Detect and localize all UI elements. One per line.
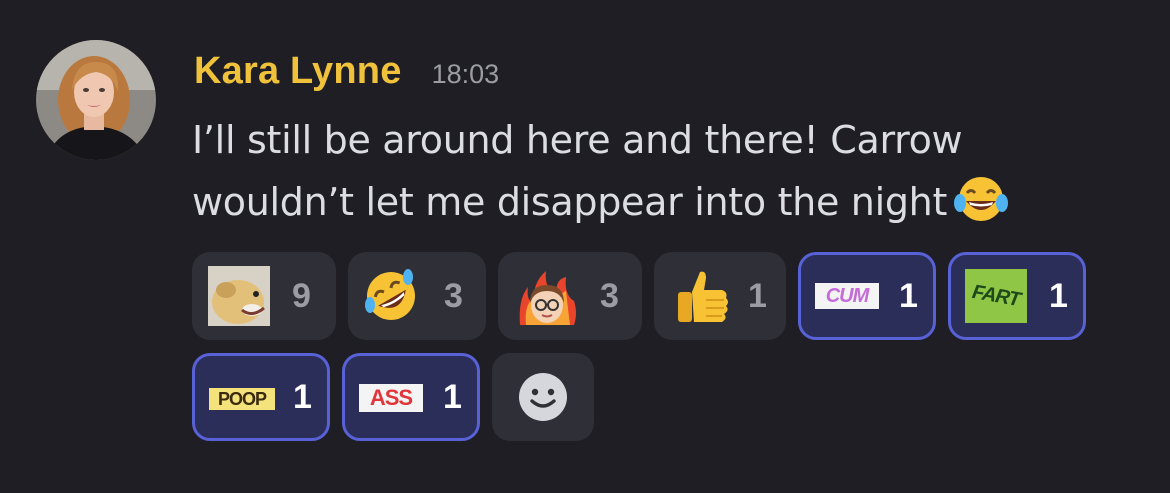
avatar-fire-emoji	[516, 265, 578, 327]
cum-text: CUM	[825, 285, 870, 307]
fart-text: FART	[970, 281, 1022, 311]
reaction-rofl[interactable]: 3	[348, 252, 486, 340]
reaction-count: 9	[292, 277, 311, 315]
avatar[interactable]	[36, 40, 156, 160]
thumbs-up-emoji	[670, 266, 732, 326]
timestamp[interactable]: 18:03	[432, 59, 500, 90]
username[interactable]: Kara Lynne	[194, 50, 402, 93]
cum-text-emoji: CUM	[815, 283, 879, 309]
reaction-count: 1	[1049, 277, 1068, 315]
reaction-count: 1	[899, 277, 918, 315]
reaction-count: 3	[444, 277, 463, 315]
reaction-count: 1	[748, 277, 767, 315]
joy-emoji	[953, 175, 1009, 241]
dog-emoji	[208, 266, 270, 326]
reaction-avatar-fire[interactable]: 3	[498, 252, 642, 340]
reaction-fart[interactable]: FART 1	[948, 252, 1086, 340]
message-content: I’ll still be around here and there! Car…	[192, 109, 1152, 241]
add-reaction-icon	[517, 371, 569, 423]
reaction-cum[interactable]: CUM 1	[798, 252, 936, 340]
message-line-2-text: wouldn’t let me disappear into the night	[192, 180, 948, 224]
message-line-1: I’ll still be around here and there! Car…	[192, 118, 963, 162]
message-header: Kara Lynne 18:03	[194, 50, 499, 100]
reaction-count: 3	[600, 277, 619, 315]
rolling-on-floor-laughing-emoji	[362, 267, 420, 325]
ass-text-emoji: ASS	[359, 384, 423, 412]
message-line-2: wouldn’t let me disappear into the night	[192, 171, 1152, 241]
reaction-poop[interactable]: POOP 1	[192, 353, 330, 441]
poop-text: POOP	[217, 389, 267, 409]
reaction-thumbs-up[interactable]: 1	[654, 252, 786, 340]
reaction-dog[interactable]: 9	[192, 252, 336, 340]
poop-text-emoji: POOP	[209, 388, 275, 410]
reaction-count: 1	[443, 378, 462, 416]
ass-text: ASS	[369, 385, 413, 410]
add-reaction-button[interactable]	[492, 353, 594, 441]
fart-text-emoji: FART	[965, 269, 1027, 323]
reaction-ass[interactable]: ASS 1	[342, 353, 480, 441]
reaction-count: 1	[293, 378, 312, 416]
